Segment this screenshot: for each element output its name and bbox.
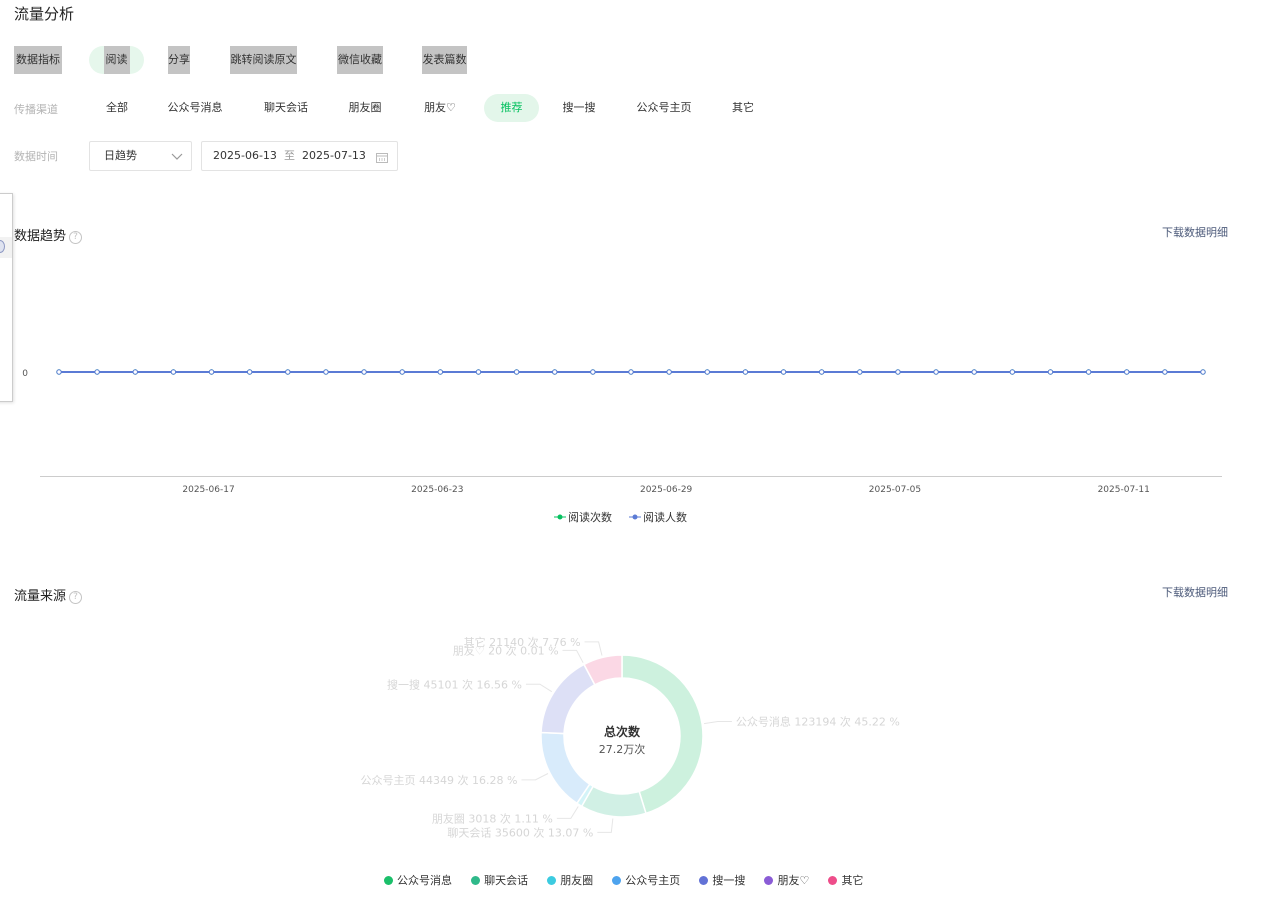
donut-slice-label: 公众号消息 123194 次 45.22 %	[736, 714, 900, 728]
donut-slice-label: 公众号主页 44349 次 16.28 %	[361, 773, 518, 787]
legend-dot	[384, 876, 393, 885]
donut-leader-line	[703, 720, 732, 725]
legend-moments[interactable]: 朋友圈	[547, 874, 593, 887]
legend-label: 聊天会话	[484, 874, 529, 887]
source-donut-chart: 公众号消息 123194 次 45.22 % 聊天会话 35600 次 13.07…	[361, 635, 900, 840]
legend-chat[interactable]: 聊天会话	[471, 874, 528, 887]
legend-search[interactable]: 搜一搜	[699, 874, 745, 887]
legend-dot	[547, 876, 557, 885]
legend-label: 朋友♡	[777, 874, 810, 887]
donut-leader-line	[584, 641, 603, 656]
source-legend: 公众号消息 聊天会话 朋友圈 公众号主页 搜一搜 朋友♡ 其它	[384, 869, 863, 888]
donut-slice[interactable]	[540, 663, 596, 735]
legend-official-msg[interactable]: 公众号消息	[384, 874, 452, 887]
legend-label: 搜一搜	[712, 874, 746, 887]
donut-center-value: 27.2万次	[599, 742, 646, 756]
donut-center-title: 总次数	[604, 724, 641, 739]
legend-label: 朋友圈	[560, 874, 594, 887]
donut-slice[interactable]	[540, 731, 591, 805]
legend-label: 公众号消息	[397, 874, 452, 887]
donut-leader-line	[521, 773, 549, 781]
donut-slice-label: 其它 21140 次 7.76 %	[464, 635, 581, 649]
legend-label: 其它	[841, 874, 864, 887]
legend-dot	[699, 876, 709, 885]
legend-official-home[interactable]: 公众号主页	[612, 874, 680, 887]
donut-slice-label: 聊天会话 35600 次 13.07 %	[447, 825, 593, 839]
legend-dot	[828, 876, 838, 885]
donut-slice-label: 搜一搜 45101 次 16.56 %	[387, 677, 522, 691]
donut-leader-line	[562, 649, 584, 663]
legend-other[interactable]: 其它	[828, 874, 863, 887]
donut-leader-line	[556, 806, 579, 819]
legend-dot	[612, 876, 622, 885]
legend-dot	[764, 876, 774, 885]
donut-leader-line	[525, 683, 553, 693]
legend-label: 公众号主页	[625, 874, 681, 887]
legend-friends[interactable]: 朋友♡	[764, 874, 809, 887]
donut-leader-line	[597, 818, 614, 833]
legend-dot	[471, 876, 481, 885]
donut-slice-label: 朋友圈 3018 次 1.11 %	[432, 811, 553, 825]
